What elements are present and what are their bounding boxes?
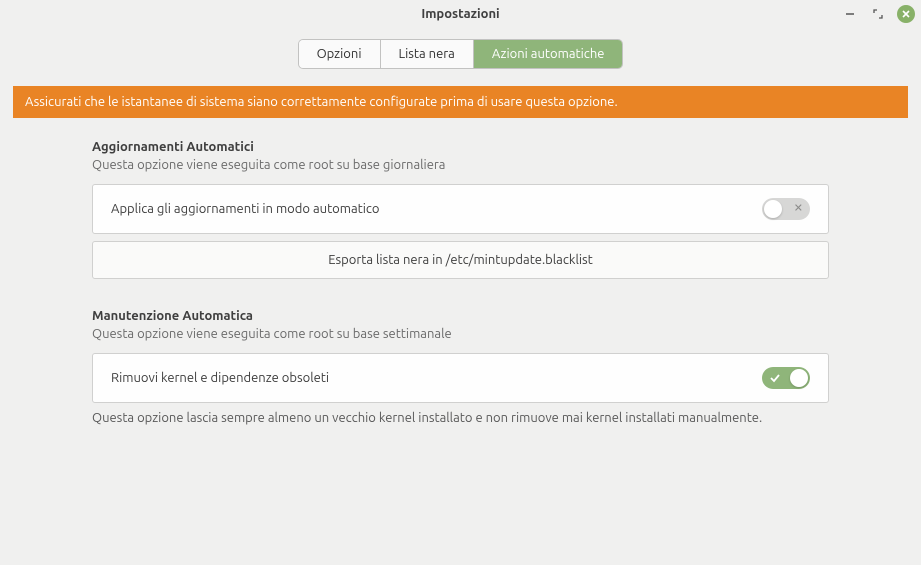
maintenance-toggle[interactable] bbox=[762, 367, 810, 389]
titlebar: Impostazioni bbox=[0, 0, 921, 28]
auto-updates-heading: Aggiornamenti Automatici bbox=[92, 140, 829, 154]
window-title: Impostazioni bbox=[421, 7, 499, 21]
export-blacklist-button[interactable]: Esporta lista nera in /etc/mintupdate.bl… bbox=[92, 241, 829, 279]
tab-options[interactable]: Opzioni bbox=[299, 40, 381, 68]
maintenance-heading: Manutenzione Automatica bbox=[92, 309, 829, 323]
maintenance-row: Rimuovi kernel e dipendenze obsoleti bbox=[92, 353, 829, 403]
maintenance-section: Manutenzione Automatica Questa opzione v… bbox=[92, 309, 829, 425]
maintenance-sub: Questa opzione viene eseguita come root … bbox=[92, 327, 829, 341]
tab-auto-actions[interactable]: Azioni automatiche bbox=[474, 40, 623, 68]
x-icon: ✕ bbox=[794, 204, 803, 215]
close-button[interactable] bbox=[897, 5, 915, 23]
content-area: Aggiornamenti Automatici Questa opzione … bbox=[0, 140, 921, 425]
maintenance-label: Rimuovi kernel e dipendenze obsoleti bbox=[111, 371, 329, 385]
maintenance-footnote: Questa opzione lascia sempre almeno un v… bbox=[92, 411, 829, 425]
auto-updates-toggle[interactable]: ✕ bbox=[762, 198, 810, 220]
check-icon bbox=[770, 373, 780, 383]
warning-banner: Assicurati che le istantanee di sistema … bbox=[13, 86, 908, 118]
auto-updates-sub: Questa opzione viene eseguita come root … bbox=[92, 158, 829, 172]
tabs: Opzioni Lista nera Azioni automatiche bbox=[299, 40, 623, 68]
toggle-knob bbox=[764, 200, 782, 218]
auto-updates-row: Applica gli aggiornamenti in modo automa… bbox=[92, 184, 829, 234]
auto-updates-section: Aggiornamenti Automatici Questa opzione … bbox=[92, 140, 829, 279]
tab-bar: Opzioni Lista nera Azioni automatiche bbox=[0, 28, 921, 86]
window-controls bbox=[841, 0, 915, 28]
toggle-knob bbox=[790, 369, 808, 387]
minimize-button[interactable] bbox=[841, 5, 859, 23]
tab-blacklist[interactable]: Lista nera bbox=[381, 40, 474, 68]
maximize-button[interactable] bbox=[869, 5, 887, 23]
auto-updates-label: Applica gli aggiornamenti in modo automa… bbox=[111, 202, 380, 216]
